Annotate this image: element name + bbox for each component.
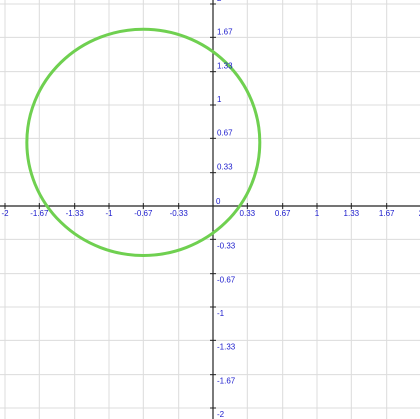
y-tick-label: -0.33 (217, 241, 236, 250)
x-tick-label: 1 (315, 209, 320, 218)
y-tick-label: 0.33 (217, 163, 233, 172)
y-tick-label: 2 (217, 0, 222, 3)
y-tick-label: -1 (217, 309, 225, 318)
x-tick-label: 0.33 (240, 209, 256, 218)
y-tick-label: -1.33 (217, 342, 236, 351)
y-tick-label: -2 (217, 410, 225, 419)
x-tick-label: -1 (105, 209, 113, 218)
y-tick-label: -0.67 (217, 276, 236, 285)
x-tick-label: -1.67 (30, 209, 49, 218)
coordinate-plane: -2 -1.67 -1.33 -1 -0.67 -0.33 0.33 0.67 1 1.33 1.6… (0, 0, 420, 419)
y-tick-label: 1.33 (217, 62, 233, 71)
x-tick-label: -1.33 (66, 209, 85, 218)
x-tick-label: 1.33 (344, 209, 360, 218)
origin-label: 0 (216, 197, 221, 206)
tick-labels: -2 -1.67 -1.33 -1 -0.67 -0.33 0.33 0.67 1 1.33 1.6… (1, 0, 420, 419)
y-tick-label: 0.67 (217, 128, 233, 137)
y-tick-label: 1.67 (217, 27, 233, 36)
x-tick-label: -2 (1, 209, 9, 218)
x-tick-label: 1.67 (379, 209, 395, 218)
x-tick-label: -0.33 (170, 209, 189, 218)
x-tick-label: 0.67 (275, 209, 291, 218)
y-tick-label: 1 (217, 95, 222, 104)
y-tick-label: -1.67 (217, 377, 236, 386)
x-tick-label: -0.67 (134, 209, 153, 218)
